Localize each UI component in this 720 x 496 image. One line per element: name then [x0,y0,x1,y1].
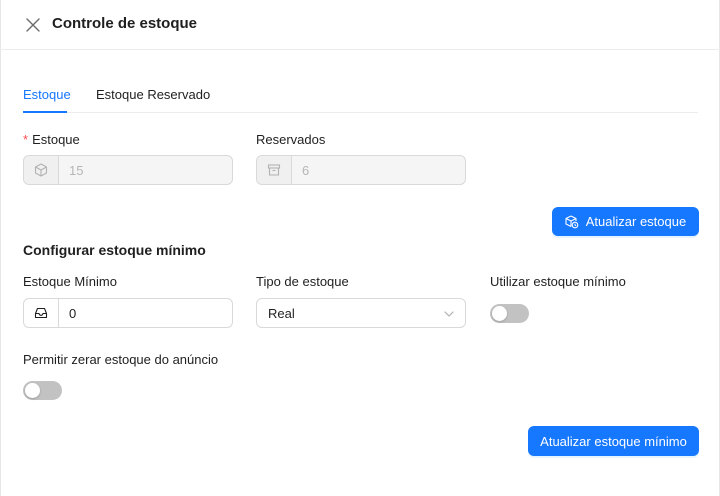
min-stock-section-title: Configurar estoque mínimo [23,242,206,258]
update-min-stock-label: Atualizar estoque mínimo [540,433,687,449]
reserved-field[interactable]: 6 [256,155,466,185]
min-stock-addon [24,299,59,327]
allow-zero-label: Permitir zerar estoque do anúncio [23,352,219,367]
min-stock-label: Estoque Mínimo [23,274,117,289]
stock-type-value: Real [268,306,295,321]
tab-estoque-reservado[interactable]: Estoque Reservado [96,87,210,102]
use-min-stock-toggle[interactable] [490,304,529,323]
close-icon [26,18,40,32]
window-left-border [0,0,1,496]
close-button[interactable] [24,16,42,34]
min-stock-input[interactable]: 0 [59,299,76,327]
stock-type-select[interactable]: Real [256,298,466,328]
reserved-label: Reservados [256,132,326,147]
update-stock-label: Atualizar estoque [585,214,687,229]
box-refresh-icon [565,215,579,229]
reserved-addon [257,156,292,184]
inbox-icon [34,307,48,319]
update-stock-button[interactable]: Atualizar estoque [552,207,699,236]
stock-value: 15 [69,162,84,178]
reserved-value: 6 [302,162,310,178]
use-min-stock-label: Utilizar estoque mínimo [490,274,626,289]
allow-zero-toggle[interactable] [23,381,62,400]
stock-label: Estoque [32,132,80,147]
stock-type-label: Tipo de estoque [256,274,349,289]
box-icon [34,163,48,177]
stock-field[interactable]: 15 [23,155,233,185]
toggle-knob [492,306,507,321]
toggle-knob [25,383,40,398]
min-stock-field[interactable]: 0 [23,298,233,328]
stock-addon [24,156,59,184]
drawer-header: Controle de estoque [0,0,720,50]
page-title: Controle de estoque [52,15,198,32]
update-min-stock-button[interactable]: Atualizar estoque mínimo [528,426,699,456]
stock-label-wrap: * Estoque [23,132,80,147]
active-tab-indicator [23,111,67,113]
required-mark: * [23,132,29,147]
tab-bar: Estoque Estoque Reservado [23,80,698,113]
archive-icon [267,164,281,176]
tab-estoque[interactable]: Estoque [23,87,71,102]
chevron-down-icon [444,311,454,317]
